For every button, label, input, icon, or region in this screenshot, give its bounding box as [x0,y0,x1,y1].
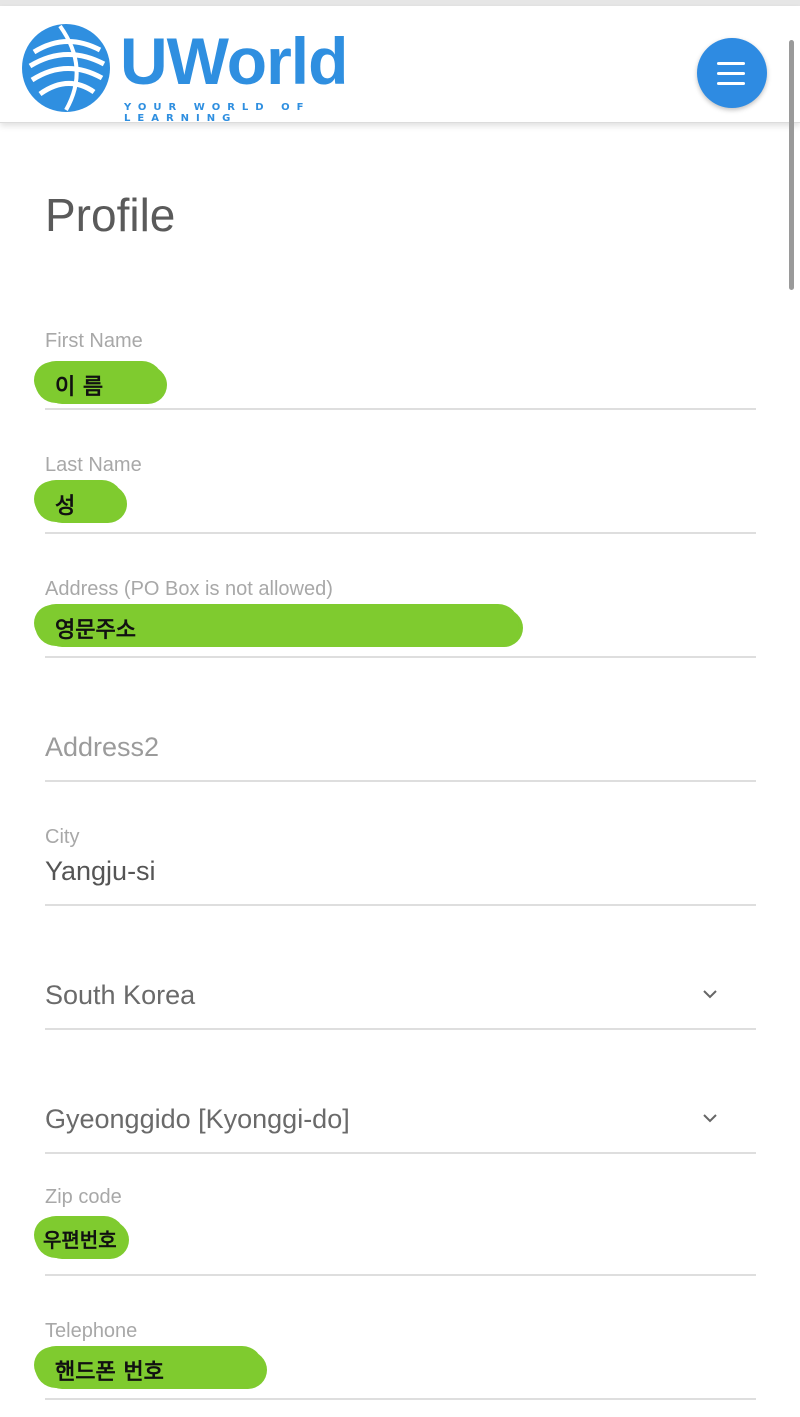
first-name-value: 이 름 [55,375,104,400]
state-select[interactable]: Gyeonggido [Kyonggi-do] [45,1072,756,1154]
field-underline [45,904,756,906]
last-name-label: Last Name [45,454,142,476]
zip-code-field[interactable]: Zip code 우편번호 [35,1186,756,1276]
city-field[interactable]: City Yangju-si [45,824,756,906]
app-header: UWorld YOUR WORLD OF LEARNING [0,6,800,124]
first-name-label: First Name [45,330,143,352]
telephone-field[interactable]: Telephone 핸드폰 번호 [35,1318,756,1400]
redaction-mark: 우편번호 [35,1216,125,1258]
chevron-down-icon [703,990,717,999]
last-name-value: 성 [55,494,76,519]
address-field[interactable]: Address (PO Box is not allowed) 영문주소 [35,576,756,658]
redaction-mark: 영문주소 [35,604,519,646]
field-underline [45,780,756,782]
field-underline [45,1152,756,1154]
field-underline [45,532,756,534]
menu-icon [717,82,745,85]
redaction-mark: 성 [35,480,123,522]
last-name-field[interactable]: Last Name 성 [35,452,756,534]
field-underline [45,1398,756,1400]
page-title: Profile [45,189,176,241]
redaction-mark: 이 름 [35,361,163,403]
field-underline [45,1274,756,1276]
country-select[interactable]: South Korea [45,948,756,1030]
field-underline [45,408,756,410]
uworld-logo[interactable]: UWorld YOUR WORLD OF LEARNING [20,22,400,124]
redaction-mark: 핸드폰 번호 [35,1346,263,1388]
city-value: Yangju-si [45,856,156,886]
zip-code-label: Zip code [45,1186,122,1208]
address2-placeholder: Address2 [45,732,160,762]
logo-tagline: YOUR WORLD OF LEARNING [124,102,311,124]
state-value: Gyeonggido [Kyonggi-do] [45,1104,350,1134]
scrollbar[interactable] [789,40,794,290]
zip-code-value: 우편번호 [43,1228,117,1252]
globe-logo-icon [22,24,110,112]
city-label: City [45,826,80,848]
address2-field[interactable]: Address2 [45,700,756,782]
country-value: South Korea [45,980,196,1010]
field-underline [45,656,756,658]
field-underline [45,1028,756,1030]
first-name-field[interactable]: First Name 이 름 [35,328,756,410]
hamburger-menu-button[interactable] [697,38,767,108]
address-label: Address (PO Box is not allowed) [45,578,333,600]
logo-wordmark: UWorld [120,24,348,98]
address-value: 영문주소 [55,618,136,643]
menu-icon [717,62,745,65]
chevron-down-icon [703,1114,717,1123]
menu-icon [717,72,745,75]
telephone-value: 핸드폰 번호 [55,1360,164,1385]
telephone-label: Telephone [45,1320,138,1342]
